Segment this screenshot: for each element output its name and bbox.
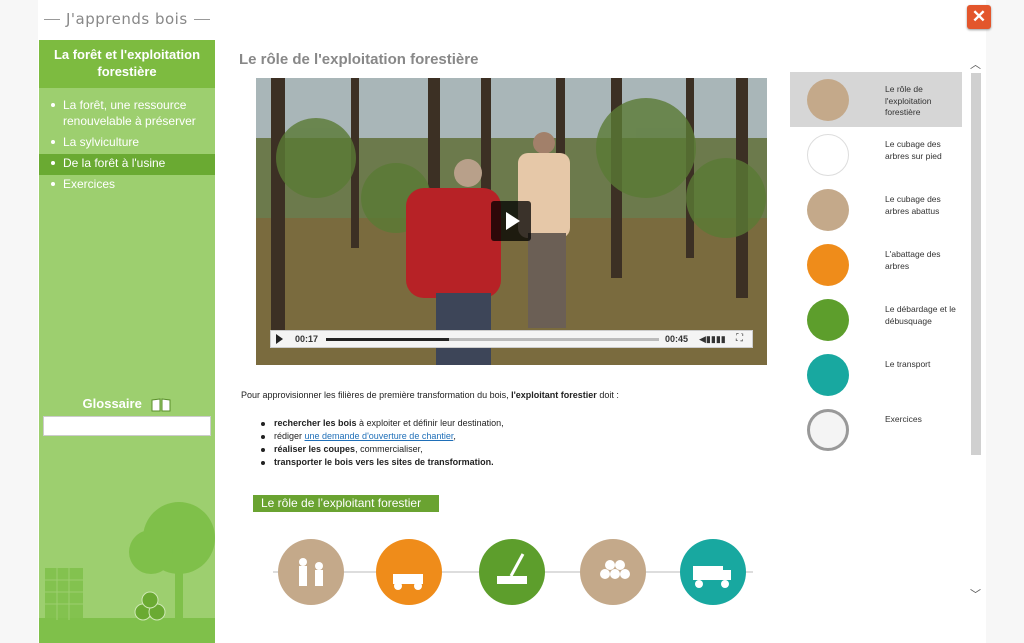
page-title: Le rôle de l'exploitation forestière [239, 51, 479, 68]
nav-item-label: Le débardage et le débusquage [885, 304, 956, 326]
fullscreen-icon[interactable]: ⛶ [736, 333, 743, 344]
app-window: J'apprends bois ✕ La forêt et l'exploita… [0, 0, 1024, 643]
step-felling-icon [376, 539, 442, 605]
nav-item[interactable]: Le débardage et le débusquage [790, 292, 962, 347]
nav-item[interactable]: L'abattage des arbres [790, 237, 962, 292]
close-button[interactable]: ✕ [967, 5, 991, 29]
task-list: rechercher les bois à exploiter et défin… [259, 417, 504, 469]
nav-item-label: Le transport [885, 359, 931, 369]
step-forest-workers-icon [278, 539, 344, 605]
skidder-icon [807, 299, 849, 341]
book-icon [151, 397, 171, 412]
main-content: Le rôle de l'exploitation forestière 00:… [215, 40, 775, 643]
big-play-button[interactable] [491, 201, 531, 241]
infographic-title: Le rôle de l’exploitant forestier [253, 495, 439, 512]
video-controls: 00:17 00:45 ◀▮▮▮▮ ⛶ [270, 330, 753, 348]
scrollbar[interactable]: ︿ ﹀ [969, 55, 982, 615]
scroll-down-icon[interactable]: ﹀ [969, 589, 982, 602]
glossary-heading[interactable]: Glossaire [39, 396, 215, 412]
nav-item-label: Exercices [885, 414, 922, 424]
progress-fill [326, 338, 450, 341]
sidebar-item-exercices[interactable]: Exercices [39, 175, 215, 196]
sidebar-menu: La forêt, une ressource renouvelable à p… [39, 88, 215, 196]
nav-item-label: Le rôle de l'exploitation forestière [885, 84, 932, 117]
nav-item-label: Le cubage des arbres sur pied [885, 139, 942, 161]
tree-measure-icon [807, 134, 849, 176]
current-time: 00:17 [295, 334, 319, 344]
app-title: J'apprends bois [38, 10, 216, 28]
nav-item[interactable]: Le rôle de l'exploitation forestière [790, 72, 962, 127]
nav-item[interactable]: Le cubage des arbres abattus [790, 182, 962, 237]
list-item: rédiger une demande d'ouverture de chant… [259, 430, 504, 443]
intro-paragraph: Pour approvisionner les filières de prem… [241, 390, 619, 400]
nav-item-label: L'abattage des arbres [885, 249, 941, 271]
list-item: réaliser les coupes, commercialiser, [259, 443, 504, 456]
right-margin [986, 0, 1024, 643]
progress-bar[interactable] [326, 338, 659, 341]
forest-scene-illustration [39, 502, 215, 643]
stopwatch-icon [807, 409, 849, 451]
truck-icon [807, 354, 849, 396]
duration: 00:45 [665, 334, 689, 344]
left-margin [0, 0, 38, 643]
scrollbar-thumb[interactable] [971, 73, 981, 455]
nav-item[interactable]: Le transport [790, 347, 962, 402]
infographic: Le rôle de l’exploitant forestier [253, 492, 767, 614]
sidebar-item-foret-usine[interactable]: De la forêt à l'usine [39, 154, 215, 175]
nav-item[interactable]: Le cubage des arbres sur pied [790, 127, 962, 182]
volume-icon[interactable]: ◀▮▮▮▮ [699, 334, 726, 345]
play-icon[interactable] [276, 334, 283, 344]
video-player[interactable]: 00:17 00:45 ◀▮▮▮▮ ⛶ [256, 78, 767, 365]
nav-item-label: Le cubage des arbres abattus [885, 194, 941, 216]
sidebar-heading: La forêt et l'exploitation forestière [39, 40, 215, 88]
list-item: transporter le bois vers les sites de tr… [259, 456, 504, 469]
sidebar: La forêt et l'exploitation forestière La… [39, 40, 215, 643]
nav-item[interactable]: Exercices [790, 402, 962, 457]
forest-workers-icon [807, 79, 849, 121]
log-pile-icon [807, 189, 849, 231]
sidebar-item-foret[interactable]: La forêt, une ressource renouvelable à p… [39, 96, 215, 133]
glossary-search-input[interactable] [43, 416, 211, 436]
infographic-steps [273, 539, 753, 605]
list-item: rechercher les bois à exploiter et défin… [259, 417, 504, 430]
chantier-link[interactable]: une demande d'ouverture de chantier [305, 431, 454, 441]
chapter-nav: Le rôle de l'exploitation forestière Le c… [790, 72, 962, 457]
felling-machine-icon [807, 244, 849, 286]
sidebar-item-sylviculture[interactable]: La sylviculture [39, 133, 215, 154]
scroll-up-icon[interactable]: ︿ [969, 59, 982, 72]
